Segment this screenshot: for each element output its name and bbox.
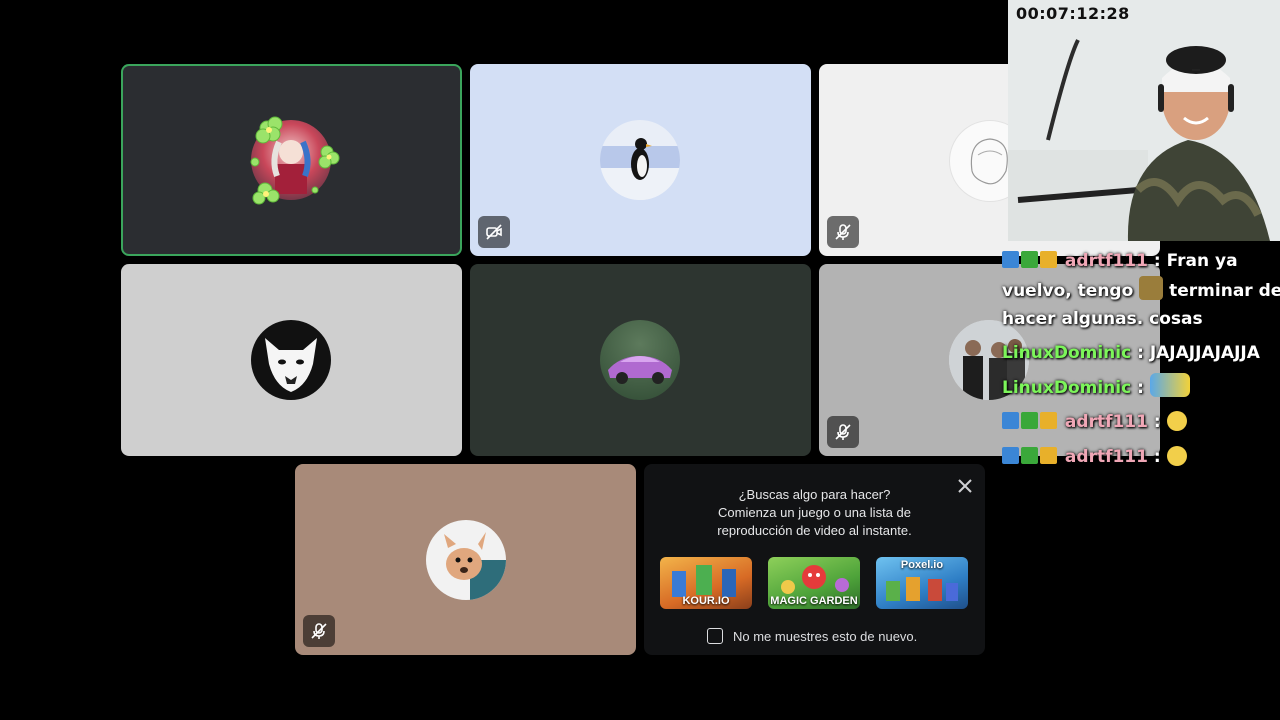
- video-off-icon: [478, 216, 510, 248]
- game-label: KOUR.IO: [682, 595, 730, 607]
- stream-timer: 00:07:12:28: [1016, 4, 1130, 23]
- chat-message: adrtf111 :: [1002, 408, 1187, 437]
- chat-username: LinuxDominic: [1002, 343, 1132, 363]
- dont-show-again-row[interactable]: No me muestres esto de nuevo.: [707, 628, 917, 644]
- close-icon[interactable]: [953, 474, 977, 498]
- chat-message: adrtf111 : Fran ya: [1002, 247, 1238, 276]
- activity-prompt-line-1: ¿Buscas algo para hacer?: [738, 487, 891, 502]
- flower-decoration-icon: [250, 116, 340, 205]
- creeper-badge-icon: [1021, 447, 1038, 464]
- dont-show-again-checkbox[interactable]: [707, 628, 723, 644]
- chat-separator: :: [1147, 447, 1167, 467]
- game-label: MAGIC GARDEN: [770, 595, 858, 607]
- game-label: Poxel.io: [900, 559, 944, 571]
- mic-muted-icon: [303, 615, 335, 647]
- chat-message: adrtf111 :: [1002, 443, 1187, 472]
- crown-badge-icon: [1040, 251, 1057, 268]
- dont-show-again-label: No me muestres esto de nuevo.: [733, 628, 918, 644]
- mic-muted-icon: [827, 416, 859, 448]
- activity-prompt-line-3: reproducción de video al instante.: [717, 523, 912, 538]
- crown-badge-icon: [1040, 447, 1057, 464]
- avatar: [600, 320, 680, 400]
- chat-separator: :: [1131, 343, 1150, 363]
- participant-tile-1[interactable]: [121, 64, 462, 256]
- chat-text: Fran ya: [1166, 251, 1238, 271]
- creeper-badge-icon: [1021, 412, 1038, 429]
- chat-message-continued: hacer algunas. cosas: [1002, 305, 1203, 334]
- chat-username: LinuxDominic: [1002, 378, 1132, 398]
- game-card-kour[interactable]: KOUR.IO: [660, 557, 752, 609]
- game-card-magic-garden[interactable]: MAGIC GARDEN: [768, 557, 860, 609]
- activity-prompt-line-2: Comienza un juego o una lista de: [718, 505, 911, 520]
- emote-icon: [1139, 276, 1164, 300]
- participant-tile-2[interactable]: [470, 64, 811, 256]
- pickaxe-badge-icon: [1002, 251, 1019, 268]
- participant-tile-4[interactable]: [121, 264, 462, 456]
- chat-separator: :: [1131, 378, 1150, 398]
- activity-prompt-text: ¿Buscas algo para hacer? Comienza un jue…: [644, 486, 985, 540]
- chat-separator: :: [1147, 412, 1167, 432]
- chat-text: vuelvo, tengo: [1002, 281, 1134, 301]
- chat-username: adrtf111: [1064, 251, 1148, 271]
- activity-prompt-panel: ¿Buscas algo para hacer? Comienza un jue…: [644, 464, 985, 655]
- creeper-badge-icon: [1021, 251, 1038, 268]
- chat-message: LinuxDominic :: [1002, 373, 1190, 403]
- mic-muted-icon: [827, 216, 859, 248]
- emoji-emote-icon: [1166, 411, 1187, 431]
- minion-emote-icon: [1149, 373, 1190, 397]
- chat-message: LinuxDominic : JAJAJJAJAJJA: [1002, 339, 1260, 368]
- streamer-webcam: [1008, 0, 1280, 241]
- chat-username: adrtf111: [1064, 412, 1148, 432]
- avatar: [600, 120, 680, 200]
- participant-tile-5[interactable]: [470, 264, 811, 456]
- emoji-emote-icon: [1166, 446, 1187, 466]
- chat-text: terminar de: [1169, 281, 1280, 301]
- game-card-poxel[interactable]: Poxel.io: [876, 557, 968, 609]
- chat-message-continued: vuelvo, tengo terminar de: [1002, 276, 1280, 306]
- avatar: [251, 320, 331, 400]
- chat-text: JAJAJJAJAJJA: [1149, 343, 1260, 363]
- pickaxe-badge-icon: [1002, 412, 1019, 429]
- chat-separator: :: [1147, 251, 1167, 271]
- participant-tile-7[interactable]: [295, 464, 636, 655]
- chat-text: hacer algunas. cosas: [1002, 309, 1203, 329]
- avatar: [426, 520, 506, 600]
- pickaxe-badge-icon: [1002, 447, 1019, 464]
- chat-username: adrtf111: [1064, 447, 1148, 467]
- crown-badge-icon: [1040, 412, 1057, 429]
